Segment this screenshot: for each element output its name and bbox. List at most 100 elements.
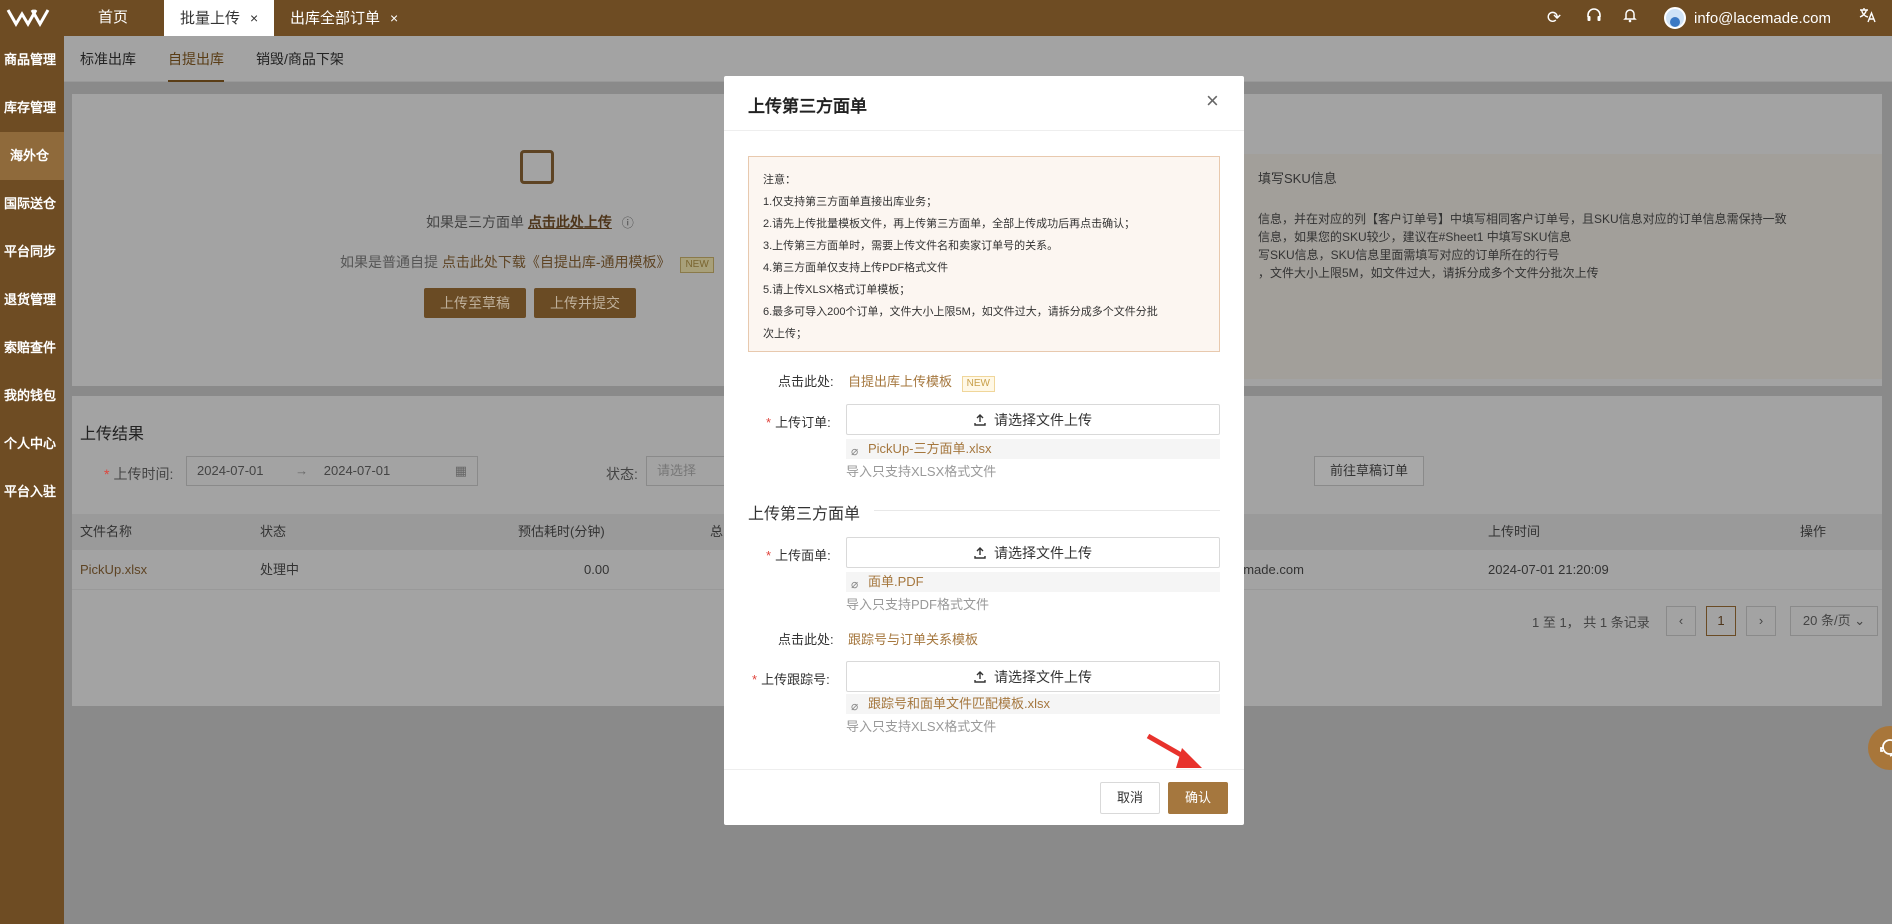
sidebar: 商品管理 库存管理 海外仓 国际送仓 平台同步 退货管理 索赔查件 我的钱包 个… <box>0 36 64 924</box>
col-eta: 预估耗时(分钟) <box>518 524 605 539</box>
paperclip-icon: ⌀ <box>851 444 859 458</box>
avatar <box>1664 7 1686 29</box>
file-name-cell[interactable]: PickUp.xlsx <box>80 550 147 590</box>
upload-to-draft-button[interactable]: 上传至草稿 <box>424 288 526 318</box>
template-row: 自提出库上传模板 NEW <box>848 371 995 392</box>
support-icon <box>1880 739 1892 757</box>
sidebar-item-inventory[interactable]: 库存管理 <box>0 84 64 132</box>
tab-label: 批量上传 <box>180 10 241 27</box>
status-cell: 处理中 <box>260 562 300 577</box>
dialog-title: 上传第三方面单 <box>748 97 867 116</box>
chevron-down-icon: ⌄ <box>1854 613 1866 628</box>
inbox-icon <box>520 150 554 184</box>
page-size-select[interactable]: 20 条/页 ⌄ <box>1790 606 1878 636</box>
instruction-line: 信息，如果您的SKU较少，建议在#Sheet1 中填写SKU信息 <box>1258 230 1572 244</box>
dialog-header: 上传第三方面单 × <box>724 76 1244 131</box>
upload-icon <box>974 546 986 559</box>
sidebar-item-intl-delivery[interactable]: 国际送仓 <box>0 180 64 228</box>
col-file-name: 文件名称 <box>80 524 133 539</box>
close-icon[interactable]: × <box>250 10 258 26</box>
col-actions: 操作 <box>1800 524 1827 539</box>
page-1-button[interactable]: 1 <box>1706 606 1736 636</box>
tab-label: 出库全部订单 <box>290 10 381 27</box>
uploaded-tracking-file[interactable]: ⌀ 跟踪号和面单文件匹配模板.xlsx <box>846 694 1220 714</box>
sidebar-item-wallet[interactable]: 我的钱包 <box>0 372 64 420</box>
pdf-hint: 导入只支持PDF格式文件 <box>846 597 990 612</box>
user-menu[interactable]: info@lacemade.com <box>1664 0 1831 36</box>
sidebar-item-overseas-warehouse[interactable]: 海外仓 <box>0 132 64 180</box>
dialog-footer: 取消 确认 <box>724 769 1244 825</box>
upload-icon <box>974 413 986 426</box>
confirm-button[interactable]: 确认 <box>1168 782 1228 814</box>
upload-time-label: * 上传时间: <box>104 466 174 482</box>
new-badge: NEW <box>961 376 995 392</box>
instruction-title: 填写SKU信息 <box>1258 171 1337 186</box>
xlsx-hint: 导入只支持XLSX格式文件 <box>846 719 997 734</box>
close-icon[interactable]: × <box>390 10 398 26</box>
upload-order-button[interactable]: 请选择文件上传 <box>846 404 1220 435</box>
pickup-template-link[interactable]: 自提出库上传模板 <box>848 374 952 389</box>
tab-home[interactable]: 首页 <box>82 0 144 36</box>
uploaded-order-file[interactable]: ⌀ PickUp-三方面单.xlsx <box>846 439 1220 459</box>
xlsx-hint: 导入只支持XLSX格式文件 <box>846 464 997 479</box>
upload-time-cell: 2024-07-01 21:20:09 <box>1488 562 1609 577</box>
notice-line: 注意： <box>763 174 796 186</box>
prev-page-button[interactable]: ‹ <box>1666 606 1696 636</box>
upload-button-label: 请选择文件上传 <box>994 668 1092 685</box>
go-to-draft-orders-button[interactable]: 前往草稿订单 <box>1314 456 1424 486</box>
paperclip-icon: ⌀ <box>851 699 859 713</box>
sidebar-item-products[interactable]: 商品管理 <box>0 36 64 84</box>
headset-icon[interactable] <box>1583 7 1605 29</box>
notice-line: 6.最多可导入200个订单，文件大小上限5M，如文件过大，请拆分成多个文件分批 <box>763 306 1158 318</box>
notice-line: 2.请先上传批量模板文件，再上传第三方面单，全部上传成功后再点击确认； <box>763 218 1136 230</box>
refresh-icon[interactable]: ⟳ <box>1543 7 1565 29</box>
status-label: 状态: <box>606 466 638 482</box>
subtab-destroy-delist[interactable]: 销毁/商品下架 <box>256 36 344 82</box>
subtab-standard-outbound[interactable]: 标准出库 <box>80 36 136 82</box>
upload-third-party-label-dialog: 上传第三方面单 × 注意： 1.仅支持第三方面单直接出库业务； 2.请先上传批量… <box>724 76 1244 825</box>
tracking-template-link[interactable]: 跟踪号与订单关系模板 <box>848 632 978 647</box>
col-upload-time: 上传时间 <box>1488 524 1541 539</box>
tab-batch-upload[interactable]: 批量上传 × <box>164 0 275 36</box>
sidebar-item-platform-join[interactable]: 平台入驻 <box>0 468 64 516</box>
user-email: info@lacemade.com <box>1694 9 1831 27</box>
sidebar-item-claims[interactable]: 索赔查件 <box>0 324 64 372</box>
next-page-button[interactable]: › <box>1746 606 1776 636</box>
uploaded-label-file[interactable]: ⌀ 面单.PDF <box>846 572 1220 592</box>
notice-line: 次上传； <box>763 328 807 340</box>
notice-line: 5.请上传XLSX格式订单模板； <box>763 284 911 296</box>
sidebar-item-returns[interactable]: 退货管理 <box>0 276 64 324</box>
third-party-upload-link[interactable]: 点击此处上传 <box>528 214 612 230</box>
cancel-button[interactable]: 取消 <box>1100 782 1160 814</box>
paperclip-icon: ⌀ <box>851 577 859 591</box>
sidebar-item-platform-sync[interactable]: 平台同步 <box>0 228 64 276</box>
eta-cell: 0.00 <box>584 562 610 577</box>
upload-button-label: 请选择文件上传 <box>994 544 1092 561</box>
date-to: 2024-07-01 <box>323 463 391 478</box>
logo-icon[interactable] <box>6 6 50 28</box>
tab-outbound-orders[interactable]: 出库全部订单 × <box>274 0 414 36</box>
user-cell: emade.com <box>1236 562 1304 577</box>
date-range-picker[interactable]: 2024-07-01 → 2024-07-01 ▦ <box>186 456 478 486</box>
upload-tracking-button[interactable]: 请选择文件上传 <box>846 661 1220 692</box>
instruction-line: ，文件大小上限5M，如文件过大，请拆分成多个文件分批次上传 <box>1258 266 1599 280</box>
close-icon[interactable]: × <box>1206 90 1219 112</box>
normal-template-link[interactable]: 点击此处下载《自提出库-通用模板》 <box>442 254 671 270</box>
upload-order-label: * 上传订单: <box>766 415 831 430</box>
bell-icon[interactable] <box>1619 7 1641 29</box>
sidebar-item-profile[interactable]: 个人中心 <box>0 420 64 468</box>
click-here-label: 点击此处: <box>778 632 834 647</box>
upload-label-button[interactable]: 请选择文件上传 <box>846 537 1220 568</box>
translate-icon[interactable] <box>1857 7 1879 29</box>
upload-icon <box>974 670 986 683</box>
subtab-pickup-outbound[interactable]: 自提出库 <box>168 36 224 82</box>
upload-tracking-label: * 上传跟踪号: <box>752 672 830 687</box>
results-title: 上传结果 <box>80 426 145 443</box>
third-party-row: 如果是三方面单 点击此处上传 ⓘ <box>426 212 634 232</box>
instruction-panel: 填写SKU信息 信息，并在对应的列【客户订单号】中填写相同客户订单号，且SKU信… <box>1242 154 1882 379</box>
col-status: 状态 <box>260 524 287 539</box>
tab-label: 首页 <box>98 9 129 26</box>
upload-and-submit-button[interactable]: 上传并提交 <box>534 288 636 318</box>
notice-box: 注意： 1.仅支持第三方面单直接出库业务； 2.请先上传批量模板文件，再上传第三… <box>748 156 1220 352</box>
date-from: 2024-07-01 <box>197 463 264 478</box>
